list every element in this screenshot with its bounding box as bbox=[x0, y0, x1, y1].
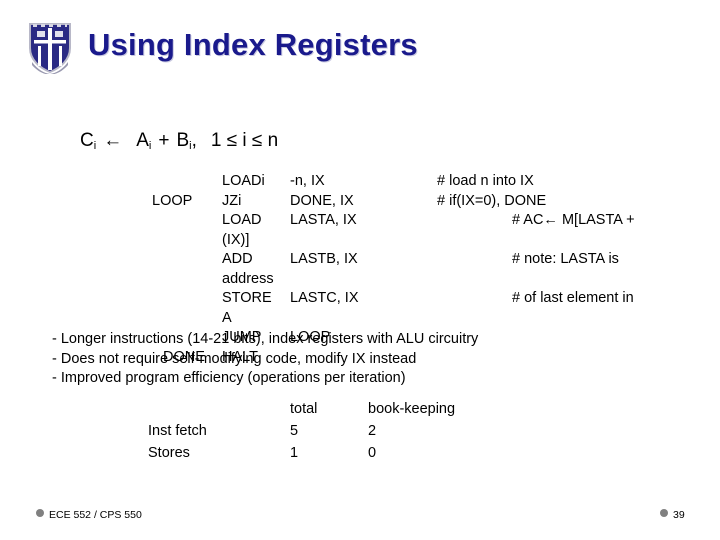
code-operand: LASTC, IX bbox=[290, 290, 359, 306]
code-operand: DONE, IX bbox=[290, 192, 354, 209]
column-header-book: book-keeping bbox=[368, 401, 456, 417]
bullet-text: - Longer instructions (14-21 bits), inde… bbox=[52, 331, 479, 347]
index-formula: Ci ← Ai + Bi, 1 ≤ i ≤ n bbox=[80, 130, 278, 152]
code-row: (IX)] bbox=[0, 231, 720, 251]
code-operand: -n, IX bbox=[290, 173, 325, 189]
assembly-code-block: LOADi -n, IX # load n into IX LOOP JZi D… bbox=[0, 172, 720, 328]
code-row: LOAD LASTA, IX # AC← M[LASTA + bbox=[0, 211, 720, 231]
formula-a: A bbox=[136, 130, 149, 151]
code-opcode: JZi bbox=[222, 192, 242, 209]
code-comment: # AC← M[LASTA + bbox=[512, 212, 635, 228]
formula-sub-i-2: i bbox=[148, 140, 152, 152]
table-header-row: total book-keeping bbox=[0, 398, 720, 420]
code-opcode: ADD bbox=[222, 251, 253, 267]
footer-course-label: ECE 552 / CPS 550 bbox=[36, 509, 142, 521]
code-comment: # if(IX=0), DONE bbox=[437, 192, 547, 209]
formula-sub-i-1: i bbox=[93, 140, 97, 152]
bullet-dot-icon bbox=[36, 509, 44, 517]
formula-range: 1 ≤ i ≤ n bbox=[210, 130, 279, 151]
row-label: Stores bbox=[148, 445, 190, 461]
cell-bookkeeping: 0 bbox=[368, 445, 377, 461]
formula-arrow: ← bbox=[103, 130, 123, 151]
code-opcode: STORE bbox=[222, 290, 272, 306]
bullet-list: - Longer instructions (14-21 bits), inde… bbox=[0, 330, 720, 389]
slide-header: Using Index Registers bbox=[0, 0, 720, 80]
code-row: A bbox=[0, 309, 720, 329]
duke-university-shield-logo bbox=[29, 23, 71, 74]
code-comment-wrap: (IX)] bbox=[222, 231, 250, 248]
code-row: LOADi -n, IX # load n into IX bbox=[0, 172, 720, 192]
cell-total: 5 bbox=[290, 423, 299, 439]
list-item: - Longer instructions (14-21 bits), inde… bbox=[0, 330, 720, 350]
code-row: LOOP JZi DONE, IX # if(IX=0), DONE bbox=[0, 192, 720, 212]
code-comment: # load n into IX bbox=[437, 173, 534, 189]
row-label: Inst fetch bbox=[148, 423, 207, 439]
bullet-text: - Improved program efficiency (operation… bbox=[52, 370, 406, 386]
footer-page-text: 39 bbox=[673, 509, 685, 521]
formula-b: B bbox=[176, 130, 190, 151]
code-comment-wrap: address bbox=[222, 270, 274, 287]
list-item: - Does not require self-modifying code, … bbox=[0, 350, 720, 370]
code-opcode: LOADi bbox=[222, 173, 265, 189]
code-comment: # note: LASTA is bbox=[512, 251, 619, 267]
bullet-text: - Does not require self-modifying code, … bbox=[52, 350, 417, 367]
formula-comma: , bbox=[191, 130, 197, 151]
footer-page-number: 39 bbox=[660, 509, 685, 521]
formula-plus: + bbox=[158, 130, 170, 151]
bullet-dot-icon bbox=[660, 509, 668, 517]
code-operand: LASTA, IX bbox=[290, 212, 357, 228]
list-item: - Improved program efficiency (operation… bbox=[0, 369, 720, 389]
operations-stats-table: total book-keeping Inst fetch 5 2 Stores… bbox=[0, 398, 720, 464]
slide-title: Using Index Registers bbox=[88, 27, 418, 62]
code-label: LOOP bbox=[152, 192, 193, 209]
code-comment: # of last element in bbox=[512, 290, 634, 306]
table-row: Stores 1 0 bbox=[0, 442, 720, 464]
table-row: Inst fetch 5 2 bbox=[0, 420, 720, 442]
cell-total: 1 bbox=[290, 445, 299, 461]
code-row: ADD LASTB, IX # note: LASTA is bbox=[0, 250, 720, 270]
column-header-total: total bbox=[290, 401, 318, 417]
code-row: STORE LASTC, IX # of last element in bbox=[0, 289, 720, 309]
code-row: address bbox=[0, 270, 720, 290]
code-operand: LASTB, IX bbox=[290, 251, 358, 267]
formula-c: C bbox=[80, 130, 94, 151]
cell-bookkeeping: 2 bbox=[368, 423, 377, 439]
footer-course-text: ECE 552 / CPS 550 bbox=[49, 509, 142, 521]
slide-footer: ECE 552 / CPS 550 39 bbox=[0, 503, 720, 533]
code-opcode: LOAD bbox=[222, 212, 262, 228]
code-comment-wrap: A bbox=[222, 309, 232, 326]
